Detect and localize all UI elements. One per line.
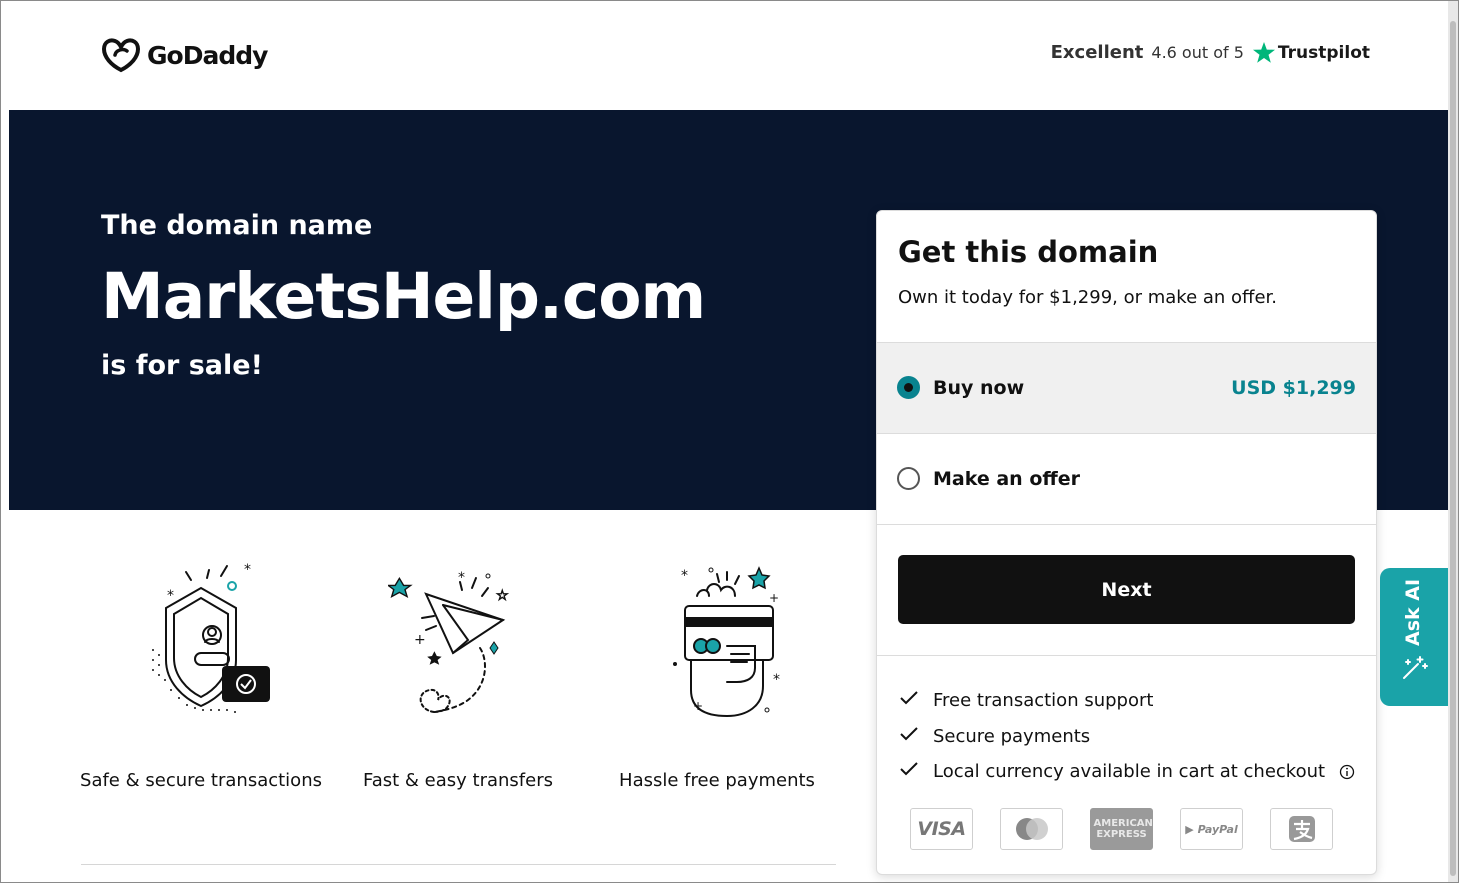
- option-buy-now[interactable]: Buy now USD $1,299: [877, 342, 1376, 433]
- godaddy-logo-icon: [101, 38, 141, 73]
- purchase-card: Get this domain Own it today for $1,299,…: [876, 210, 1377, 875]
- trustpilot-brand-text: Trustpilot: [1277, 42, 1370, 63]
- perks-list: Free transaction support Secure payments…: [899, 683, 1355, 790]
- ask-ai-button[interactable]: Ask AI: [1380, 568, 1448, 706]
- svg-text:+: +: [693, 699, 703, 713]
- checkmark-icon: [899, 726, 933, 747]
- radio-make-offer[interactable]: [897, 467, 920, 490]
- perk-label: Local currency available in cart at chec…: [933, 761, 1326, 783]
- card-divider: [877, 655, 1376, 656]
- svg-text:*: *: [244, 562, 251, 578]
- amex-icon: AMERICAN EXPRESS: [1090, 808, 1153, 850]
- checkmark-icon: [899, 690, 933, 711]
- perk-item: Secure payments: [899, 719, 1355, 755]
- card-subtitle: Own it today for $1,299, or make an offe…: [898, 287, 1277, 308]
- domain-name-title: MarketsHelp.com: [101, 260, 706, 333]
- godaddy-logo-text: GoDaddy: [147, 40, 268, 70]
- feature-label: Fast & easy transfers: [363, 770, 553, 791]
- site-header: GoDaddy Excellent 4.6 out of 5 Trustpilo…: [9, 1, 1448, 110]
- info-icon[interactable]: [1339, 764, 1355, 780]
- page-scrollbar[interactable]: [1448, 1, 1458, 882]
- feature-hassle-free-payments: * * + + Hassle free payments: [592, 560, 842, 791]
- svg-text:+: +: [769, 591, 779, 605]
- feature-label: Safe & secure transactions: [80, 770, 322, 791]
- option-label: Buy now: [933, 377, 1025, 399]
- buy-now-price: USD $1,299: [1231, 377, 1356, 399]
- mastercard-icon: [1000, 808, 1063, 850]
- svg-text:*: *: [458, 570, 465, 586]
- trustpilot-rating[interactable]: Excellent 4.6 out of 5 Trustpilot: [1051, 41, 1370, 64]
- hero-prefix: The domain name: [101, 210, 373, 241]
- section-divider: [81, 864, 836, 865]
- features-section: * * Safe & secure transactions * ☆ + Fas…: [9, 510, 869, 870]
- perk-item: Local currency available in cart at chec…: [899, 754, 1355, 790]
- godaddy-logo[interactable]: GoDaddy: [101, 37, 268, 73]
- paper-plane-icon: * ☆ +: [388, 570, 509, 713]
- trustpilot-star-icon: [1252, 42, 1275, 63]
- trustpilot-excellent-label: Excellent: [1050, 42, 1144, 63]
- feature-label: Hassle free payments: [619, 770, 815, 791]
- svg-text:+: +: [414, 632, 426, 648]
- feature-fast-transfers: * ☆ + Fast & easy transfers: [333, 560, 583, 791]
- ask-ai-label: Ask AI: [1402, 578, 1424, 646]
- svg-text:*: *: [681, 568, 688, 584]
- scrollbar-thumb[interactable]: [1450, 21, 1456, 876]
- trustpilot-score: 4.6 out of 5: [1151, 43, 1244, 62]
- hero-suffix: is for sale!: [101, 350, 263, 381]
- option-make-offer[interactable]: Make an offer: [877, 433, 1376, 525]
- trustpilot-brand: Trustpilot: [1252, 41, 1370, 64]
- paypal-icon: ▶ PayPal: [1180, 808, 1243, 850]
- alipay-icon: [1270, 808, 1333, 850]
- visa-icon: VISA: [910, 808, 973, 850]
- svg-text:☆: ☆: [496, 588, 509, 604]
- svg-text:*: *: [167, 588, 174, 604]
- magic-wand-icon: [1400, 654, 1428, 686]
- card-title: Get this domain: [898, 235, 1159, 269]
- checkmark-icon: [899, 761, 933, 782]
- perk-label: Secure payments: [933, 725, 1091, 747]
- svg-text:*: *: [773, 672, 780, 688]
- paypal-p-glyph: ▶: [1185, 822, 1198, 836]
- perk-item: Free transaction support: [899, 683, 1355, 719]
- card-payment-icon: * * + +: [673, 566, 780, 718]
- amex-text: AMERICAN EXPRESS: [1093, 818, 1153, 840]
- visa-text: VISA: [917, 818, 966, 840]
- paypal-text: PayPal: [1197, 822, 1238, 836]
- feature-safe-transactions: * * Safe & secure transactions: [76, 560, 326, 791]
- perk-label: Free transaction support: [933, 690, 1154, 712]
- next-button[interactable]: Next: [898, 555, 1355, 624]
- payment-methods: VISA AMERICAN EXPRESS ▶ PayPal: [910, 808, 1333, 850]
- option-label: Make an offer: [933, 468, 1081, 490]
- shield-icon: * *: [152, 562, 270, 713]
- radio-buy-now[interactable]: [897, 376, 920, 399]
